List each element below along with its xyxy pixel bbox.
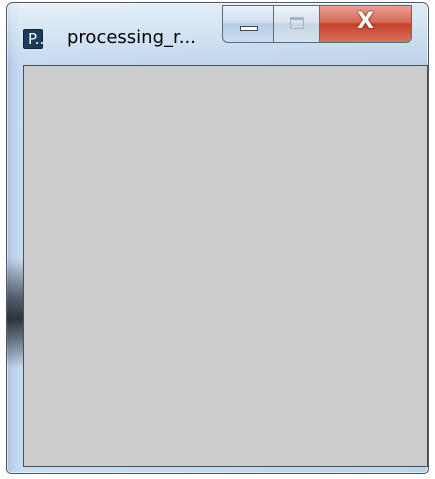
close-button[interactable]: X [320, 5, 412, 43]
title-bar[interactable]: P.. processing_r... X [7, 3, 428, 63]
maximize-icon [290, 17, 304, 29]
caption-buttons: X [222, 5, 426, 43]
processing-app-icon[interactable]: P.. [23, 29, 45, 49]
sketch-canvas[interactable] [23, 65, 428, 467]
app-window: P.. processing_r... X [6, 2, 429, 474]
maximize-button[interactable] [274, 5, 320, 43]
window-title: processing_r... [67, 27, 196, 48]
close-icon: X [357, 9, 374, 34]
app-icon-glyph: P.. [28, 30, 45, 48]
minimize-icon [240, 26, 258, 31]
minimize-button[interactable] [222, 5, 274, 43]
